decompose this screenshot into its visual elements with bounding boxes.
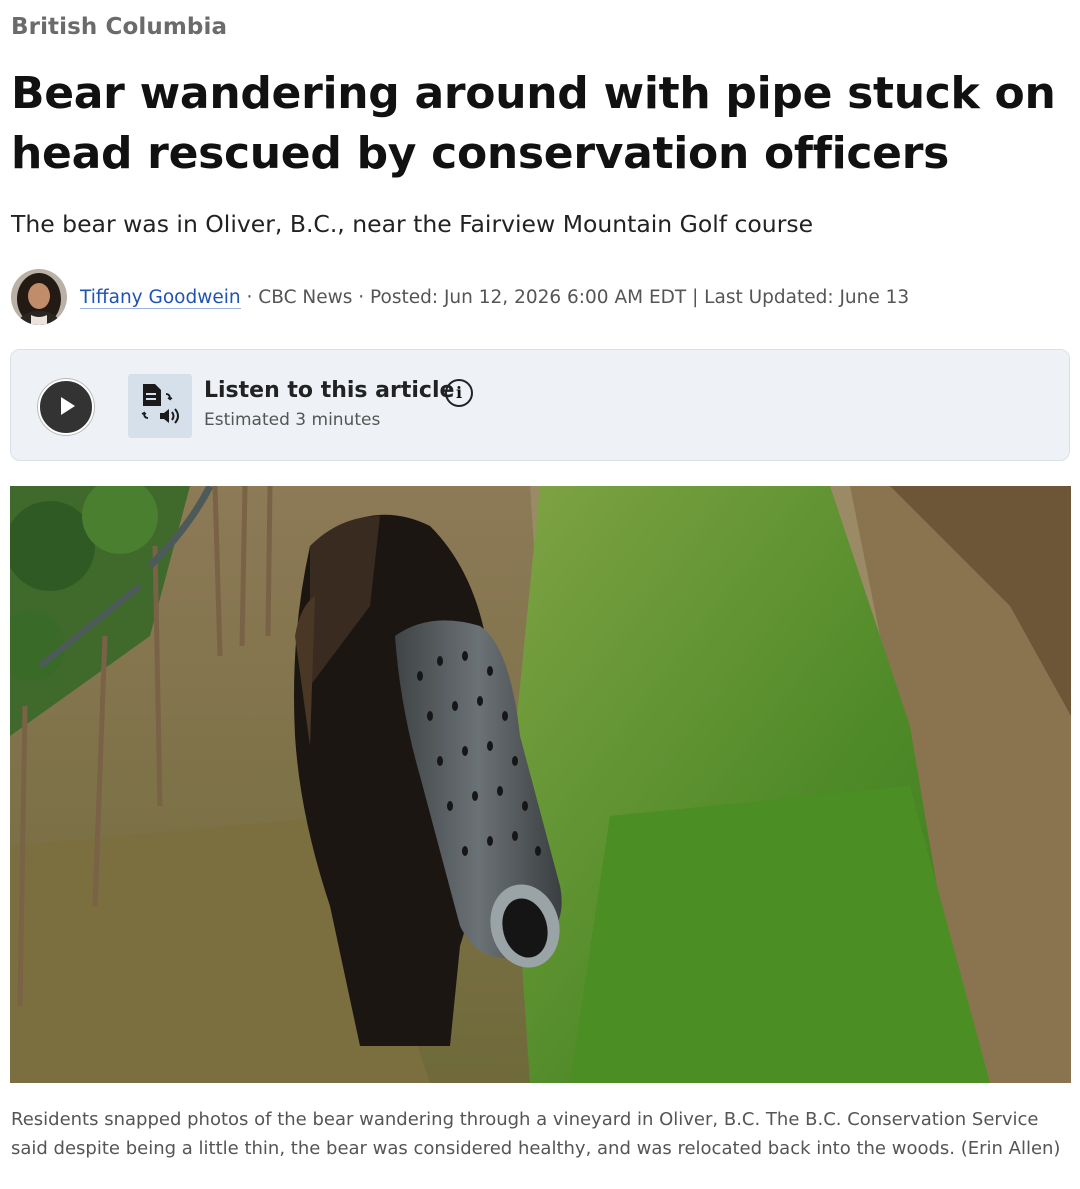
info-glyph: i xyxy=(455,383,463,402)
author-avatar[interactable] xyxy=(11,269,67,325)
section-label[interactable]: British Columbia xyxy=(11,14,227,40)
byline-separator: · xyxy=(246,286,253,308)
article-photo[interactable] xyxy=(0,478,1071,1083)
author-link[interactable]: Tiffany Goodwein xyxy=(80,286,241,309)
listen-to-article-panel: Listen to this article i Estimated 3 min… xyxy=(10,349,1070,461)
byline-separator: · xyxy=(358,286,365,308)
info-icon[interactable]: i xyxy=(445,379,473,407)
headline: Bear wandering around with pipe stuck on… xyxy=(11,68,1056,179)
listen-title: Listen to this article xyxy=(204,378,455,403)
byline-meta: Tiffany Goodwein · CBC News · Posted: Ju… xyxy=(80,286,910,309)
listen-duration: Estimated 3 minutes xyxy=(204,410,381,430)
photo-caption: Residents snapped photos of the bear wan… xyxy=(11,1109,1061,1159)
play-icon[interactable] xyxy=(38,379,94,435)
byline: Tiffany Goodwein · CBC News · Posted: Ju… xyxy=(11,268,909,326)
source-name: CBC News xyxy=(258,286,353,308)
subheadline: The bear was in Oliver, B.C., near the F… xyxy=(11,210,814,238)
document-to-speech-icon xyxy=(128,374,192,438)
post-dates: Posted: Jun 12, 2026 6:00 AM EDT | Last … xyxy=(370,286,910,308)
